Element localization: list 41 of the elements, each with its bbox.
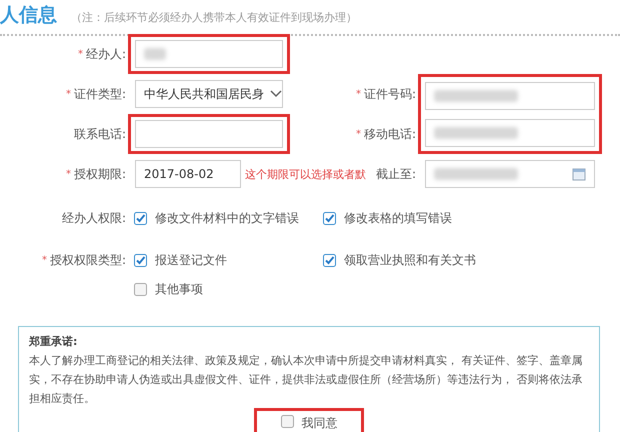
section-note: （注：后续环节必须经办人携带本人有效证件到现场办理） bbox=[71, 10, 357, 25]
option-label: 其他事项 bbox=[155, 280, 203, 298]
option-label: 修改表格的填写错误 bbox=[344, 210, 452, 226]
checkbox[interactable] bbox=[323, 254, 336, 266]
select-field[interactable]: 中华人民共和国居民身 bbox=[135, 80, 283, 108]
field-label: 授权期限: bbox=[74, 166, 126, 182]
option-label: 报送登记文件 bbox=[155, 252, 227, 268]
input-field[interactable] bbox=[135, 40, 283, 68]
option-label: 修改文件材料中的文字错误 bbox=[155, 210, 299, 226]
required-mark: * bbox=[66, 168, 71, 180]
input-field[interactable] bbox=[425, 82, 595, 110]
calendar-icon[interactable] bbox=[572, 167, 586, 181]
field-label: 经办人权限: bbox=[62, 210, 126, 226]
field-label: 经办人: bbox=[86, 46, 126, 62]
checkbox[interactable] bbox=[134, 212, 147, 224]
caret-icon bbox=[270, 90, 282, 98]
field-label: 移动电话: bbox=[364, 126, 416, 142]
required-mark: * bbox=[66, 88, 71, 100]
field-label: 证件类型: bbox=[74, 86, 126, 102]
pledge-title: 郑重承诺: bbox=[29, 334, 78, 350]
input-field[interactable]: 2017-08-02 bbox=[135, 160, 241, 188]
required-mark: * bbox=[356, 88, 361, 100]
pledge-text: 本人了解办理工商登记的相关法律、政策及规定，确认本次申请中所提交申请材料真实， 有关证件、签字、盖章属实，不存在协助申请人伪造或出具虚假文件、证件，提供非法或虚假住所（经营场所）等违法行为， 否则将依法承担相应责任。 bbox=[29, 353, 584, 407]
required-mark: * bbox=[42, 254, 47, 266]
required-mark: * bbox=[78, 48, 83, 60]
annotation-text: 这个期限可以选择或者默 bbox=[245, 166, 366, 182]
checkbox[interactable] bbox=[134, 282, 147, 296]
input-field[interactable] bbox=[135, 120, 283, 148]
field-label: 授权权限类型: bbox=[50, 252, 126, 268]
required-mark: * bbox=[356, 128, 361, 140]
input-field[interactable] bbox=[425, 118, 595, 146]
section-title: 人信息 bbox=[0, 3, 57, 28]
checkbox[interactable] bbox=[280, 415, 294, 428]
option-label: 领取营业执照和有关文书 bbox=[344, 252, 476, 268]
field-label: 证件号码: bbox=[364, 86, 416, 102]
field-label: 联系电话: bbox=[74, 126, 126, 142]
field-label: 截止至: bbox=[376, 166, 416, 182]
checkbox[interactable] bbox=[323, 212, 336, 224]
date-field[interactable] bbox=[425, 160, 595, 188]
checkbox[interactable] bbox=[134, 254, 147, 266]
agree-label[interactable]: 我同意 bbox=[302, 415, 338, 431]
